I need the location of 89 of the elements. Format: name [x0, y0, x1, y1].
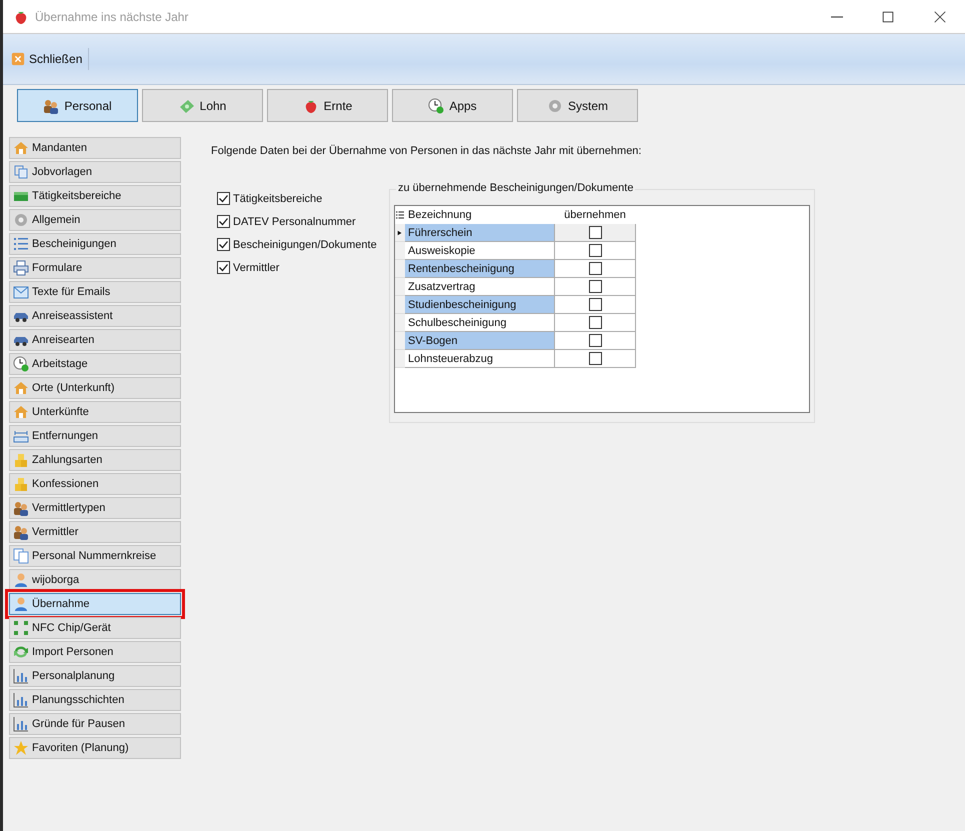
sidebar-item[interactable]: Vermittlertypen [9, 497, 181, 519]
checkbox[interactable] [588, 226, 602, 239]
sidebar-item[interactable]: NFC Chip/Gerät [9, 617, 181, 639]
sidebar-item[interactable]: Personalplanung [9, 665, 181, 687]
checkbox[interactable] [588, 352, 602, 365]
column-header[interactable]: übernehmen [555, 206, 635, 224]
close-icon [11, 52, 25, 66]
tab[interactable]: Personal [17, 89, 138, 122]
instruction-text: Folgende Daten bei der Übernahme von Personen in das nächste Jahr mit übernehmen: [211, 145, 642, 157]
checkbox[interactable]: Tätigkeitsbereiche [217, 192, 389, 205]
checkbox[interactable]: Vermittler [217, 261, 389, 274]
checkbox[interactable] [588, 262, 602, 275]
group-title: zu übernehmende Bescheinigungen/Dokumente [396, 182, 636, 194]
clock-icon [13, 356, 29, 372]
sidebar-item[interactable]: Planungsschichten [9, 689, 181, 711]
sidebar-item[interactable]: Unterkünfte [9, 401, 181, 423]
sidebar-item[interactable]: Arbeitstage [9, 353, 181, 375]
checkbox[interactable] [588, 334, 602, 347]
checkbox[interactable] [588, 280, 602, 293]
window-title: Übernahme ins nächste Jahr [35, 10, 188, 24]
people-icon [13, 524, 29, 540]
ruler-icon [13, 428, 29, 444]
maximize-icon [881, 10, 895, 24]
sidebar-item[interactable]: Anreisearten [9, 329, 181, 351]
sidebar-item[interactable]: Vermittler [9, 521, 181, 543]
tab[interactable]: Lohn [142, 89, 263, 122]
list-icon [396, 210, 404, 220]
clock-icon [428, 98, 444, 114]
checkbox[interactable] [588, 316, 602, 329]
checkmark-icon [218, 216, 229, 227]
coins-icon [13, 452, 29, 468]
house-icon [13, 140, 29, 156]
sidebar-item[interactable]: Allgemein [9, 209, 181, 231]
tab[interactable]: Ernte [267, 89, 388, 122]
checkbox[interactable]: DATEV Personalnummer [217, 215, 389, 228]
printer-icon [13, 260, 29, 276]
bar-chart-icon [13, 692, 29, 708]
checkbox[interactable] [588, 298, 602, 311]
table-cell: SV-Bogen [405, 332, 555, 350]
star-icon [13, 740, 29, 756]
sidebar-item[interactable]: Gründe für Pausen [9, 713, 181, 735]
sidebar-item[interactable]: Anreiseassistent [9, 305, 181, 327]
table-cell: Studienbescheinigung [405, 296, 555, 314]
sidebar-item[interactable]: Bescheinigungen [9, 233, 181, 255]
sidebar-item[interactable]: Import Personen [9, 641, 181, 663]
bar-chart-icon [13, 716, 29, 732]
row-header[interactable] [395, 224, 405, 242]
tab[interactable]: Apps [392, 89, 513, 122]
sidebar-item[interactable]: Tätigkeitsbereiche [9, 185, 181, 207]
sidebar-item[interactable]: Orte (Unterkunft) [9, 377, 181, 399]
table-cell: Rentenbescheinigung [405, 260, 555, 278]
house-icon [13, 380, 29, 396]
sidebar-item[interactable]: Formulare [9, 257, 181, 279]
sidebar-item[interactable]: Entfernungen [9, 425, 181, 447]
close-button[interactable]: Schließen [9, 48, 90, 70]
sidebar-item[interactable]: Konfessionen [9, 473, 181, 495]
person-icon [13, 572, 29, 588]
settings-icon [13, 212, 29, 228]
close-icon [933, 10, 947, 24]
sidebar-item[interactable]: Favoriten (Planung) [9, 737, 181, 759]
checkmark-icon [218, 262, 229, 273]
people-icon [13, 500, 29, 516]
sidebar-item[interactable]: Personal Nummernkreise [9, 545, 181, 567]
table-cell: Lohnsteuerabzug [405, 350, 555, 368]
minimize-icon [831, 16, 843, 18]
checkmark-icon [218, 193, 229, 204]
copy-icon [13, 164, 29, 180]
settings-icon [546, 98, 563, 114]
sidebar-item[interactable]: Jobvorlagen [9, 161, 181, 183]
list-icon [13, 236, 29, 252]
refresh-icon [13, 644, 29, 660]
checkmark-icon [218, 239, 229, 250]
column-header[interactable]: Bezeichnung [405, 206, 555, 224]
checkbox[interactable] [588, 244, 602, 257]
person-icon [13, 596, 29, 612]
bar-chart-icon [13, 668, 29, 684]
sidebar-item[interactable]: Mandanten [9, 137, 181, 159]
tab[interactable]: System [517, 89, 638, 122]
people-icon [43, 98, 60, 114]
coins-icon [13, 476, 29, 492]
mail-icon [13, 284, 29, 300]
sidebar-item[interactable]: Zahlungsarten [9, 449, 181, 471]
checkbox[interactable]: Bescheinigungen/Dokumente [217, 238, 389, 251]
sidebar-item[interactable]: Texte für Emails [9, 281, 181, 303]
sidebar-item[interactable]: wijoborga [9, 569, 181, 591]
banknote-icon [178, 98, 195, 114]
table-cell: Führerschein [405, 224, 555, 242]
document-icon [13, 548, 29, 564]
house-icon [13, 404, 29, 420]
